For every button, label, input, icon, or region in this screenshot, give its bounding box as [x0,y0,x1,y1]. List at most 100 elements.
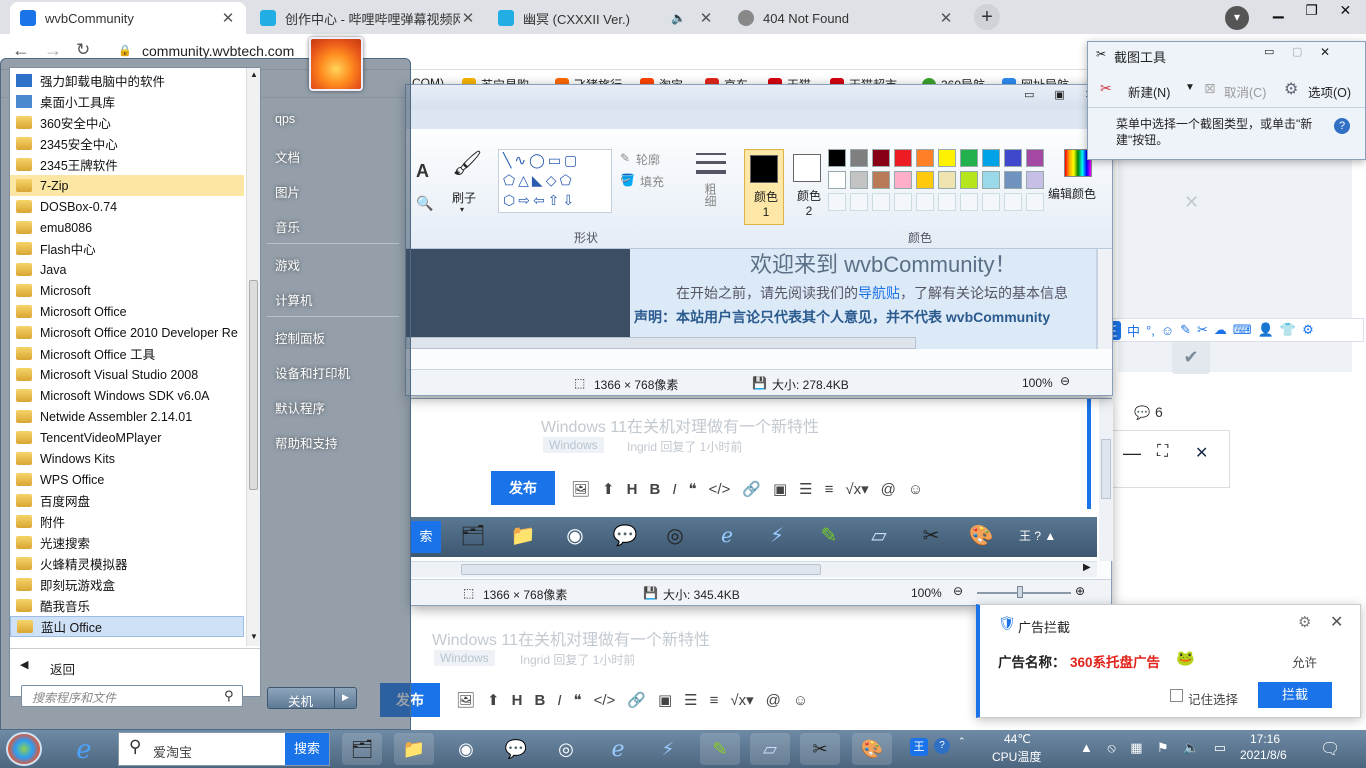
qq-browser-icon[interactable]: ◉ [446,733,486,765]
program-item[interactable]: 光速搜索 [10,532,244,553]
color-swatch[interactable] [1004,149,1022,167]
qq-browser-icon[interactable]: ◉ [555,519,595,553]
color-swatch[interactable] [850,149,868,167]
close-tab-icon[interactable]: ✕ [938,9,954,27]
color-swatch-empty[interactable] [938,193,956,211]
maximize-icon[interactable]: ▣ [1054,88,1064,106]
folder-icon[interactable]: 📁 [394,733,434,765]
program-item[interactable]: 2345王牌软件 [10,154,244,175]
fullscreen-icon[interactable]: ⛶ [1157,443,1168,461]
ie-icon[interactable]: ℯ [64,733,104,765]
program-item[interactable]: 7-Zip [10,175,244,196]
profile-icon[interactable]: ▾ [1225,6,1249,30]
shutdown-button[interactable]: 关机 ▶ [267,687,357,709]
quote-icon[interactable]: ❝ [573,691,581,709]
ime-user-icon[interactable]: 👤 [1258,322,1274,338]
program-item[interactable]: 附件 [10,511,244,532]
close-icon[interactable]: ✕ [1330,612,1343,632]
close-icon[interactable]: ✕ [1184,192,1199,213]
horizontal-scrollbar[interactable]: ▶ [411,561,1097,577]
link-icon[interactable]: 🔗 [627,691,646,709]
color-swatch[interactable] [938,149,956,167]
bold-icon[interactable]: B [534,692,545,709]
publish-button[interactable]: 发布 [491,471,555,505]
program-item[interactable]: 蓝山 Office [10,616,244,637]
color-swatch-empty[interactable] [872,193,890,211]
scroll-thumb[interactable] [461,564,821,575]
color-swatch-empty[interactable] [894,193,912,211]
notebook-icon[interactable]: ▱ [859,519,899,553]
bullet-list-icon[interactable]: ☰ [799,480,812,498]
color-swatch[interactable] [1026,149,1044,167]
app-shortcut-icon[interactable]: ⚡ [648,733,688,765]
heading-icon[interactable]: H [512,692,523,709]
color-swatch[interactable] [894,171,912,189]
color-swatch-empty[interactable] [982,193,1000,211]
bold-icon[interactable]: B [649,481,660,498]
tray-expand-icon[interactable]: ⌃ [958,736,966,747]
program-scrollbar[interactable]: ▲ ▼ [246,68,260,646]
clock-time[interactable]: 17:16 [1250,732,1280,746]
wechat-icon[interactable]: 💬 [605,519,645,553]
scroll-right-icon[interactable]: ▶ [1083,562,1091,573]
code-icon[interactable]: </> [709,481,731,498]
program-item[interactable]: Java [10,259,244,280]
start-link-help[interactable]: 帮助和支持 [275,433,338,452]
color-swatch[interactable] [872,171,890,189]
image-icon[interactable]: ▣ [658,691,672,709]
color-swatch[interactable] [828,171,846,189]
program-item[interactable]: TencentVideoMPlayer [10,427,244,448]
ime-chinese-icon[interactable]: 中 [1127,321,1140,340]
intro-link[interactable]: 导航贴 [858,285,900,301]
color-swatch[interactable] [1026,171,1044,189]
folder-icon[interactable]: 📁 [503,519,543,553]
program-item[interactable]: 强力卸载电脑中的软件 [10,70,244,91]
user-avatar[interactable] [309,37,363,91]
italic-icon[interactable]: I [672,481,676,498]
new-tab-button[interactable]: + [974,4,1000,30]
fill-icon[interactable]: 🪣 [620,173,635,187]
network-off-icon[interactable]: ⦸ [1107,740,1115,758]
notepad-plus-icon[interactable]: ✎ [700,733,740,765]
mention-icon[interactable]: @ [766,692,781,709]
program-item[interactable]: Microsoft [10,280,244,301]
volume-icon[interactable]: 🔈 [1183,740,1199,758]
scroll-down-icon[interactable]: ▼ [250,632,258,641]
color-swatch[interactable] [872,149,890,167]
brush-tool[interactable]: 🖌 刷子 ▾ [446,149,486,219]
minimize-icon[interactable]: ▭ [1024,88,1034,106]
image-icon[interactable]: ▣ [773,480,787,498]
horizontal-scrollbar[interactable] [406,337,916,349]
paint-icon[interactable]: 🎨 [852,733,892,765]
numbered-list-icon[interactable]: ≡ [710,692,719,709]
start-link-games[interactable]: 游戏 [275,255,300,274]
color-swatch[interactable] [894,149,912,167]
color2-selector[interactable]: 颜色 2 [788,149,828,225]
search-button[interactable]: 搜索 [285,733,329,765]
zoom-out-icon[interactable]: ⊖ [953,584,963,598]
allow-button[interactable]: 允许 [1292,652,1317,671]
tray-app-icon[interactable]: ▦ [1130,740,1142,758]
back-button[interactable]: ◀ 返回 [10,654,260,678]
app-shortcut-icon[interactable]: ⚡ [757,519,797,553]
close-tab-icon[interactable]: ✕ [220,9,236,27]
help-icon[interactable]: ? [934,738,950,754]
new-button[interactable]: 新建(N) [1128,82,1170,101]
restore-icon[interactable]: ❐ [1305,2,1318,28]
maximize-icon[interactable]: ▢ [1292,45,1302,58]
shutdown-arrow-icon[interactable]: ▶ [342,692,349,703]
options-button[interactable]: 选项(O) [1308,82,1351,101]
zoom-slider-thumb[interactable] [1017,586,1023,598]
ie-blue-icon[interactable]: ℯ [598,733,638,765]
color-swatch-empty[interactable] [916,193,934,211]
ime-indicator[interactable]: 王 [910,738,928,756]
upload-icon[interactable]: ⬆ [487,691,500,709]
link-icon[interactable]: 🔗 [742,480,761,498]
program-item[interactable]: 2345安全中心 [10,133,244,154]
program-item[interactable]: emu8086 [10,217,244,238]
start-link-default-programs[interactable]: 默认程序 [275,398,325,417]
ime-skin-icon[interactable]: 👕 [1280,322,1296,338]
help-icon[interactable]: ? [1334,118,1350,134]
speaker-icon[interactable]: 🔈 [671,11,686,25]
program-item[interactable]: 百度网盘 [10,490,244,511]
